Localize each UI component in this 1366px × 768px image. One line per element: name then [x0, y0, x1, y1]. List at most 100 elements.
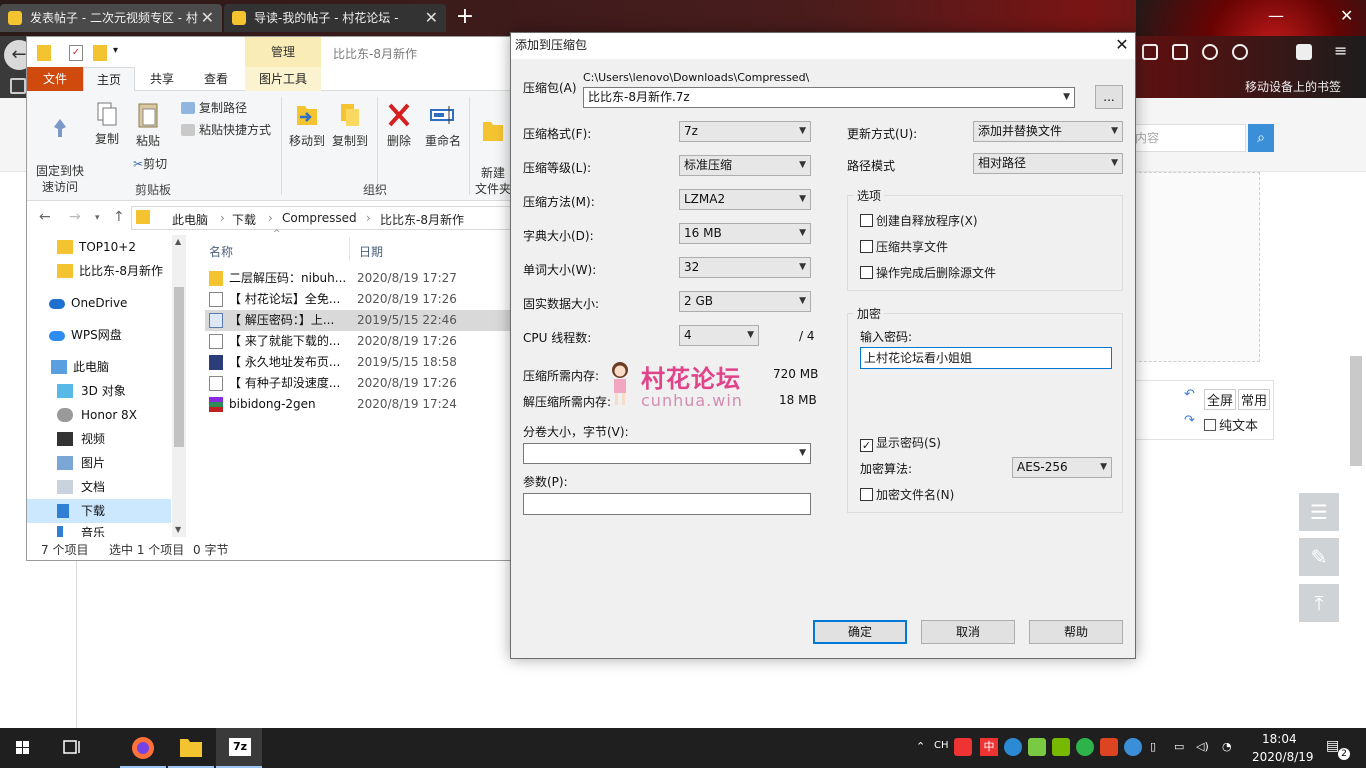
close-tab-icon[interactable]: ✕ — [425, 4, 438, 32]
column-header-name[interactable]: 名称 — [209, 243, 233, 260]
tab-view[interactable]: 查看 — [191, 67, 241, 91]
nav-scroll-thumb[interactable] — [174, 287, 184, 447]
tray-app-icon[interactable] — [1124, 738, 1142, 756]
new-tab-button[interactable]: + — [450, 4, 480, 32]
show-hidden-icons[interactable]: ⌃ — [916, 740, 925, 753]
account-icon[interactable] — [1202, 44, 1218, 60]
back-arrow-icon[interactable]: ← — [39, 209, 51, 225]
browser-tab-1[interactable]: 发表帖子 - 二次元视频专区 - 村 ✕ — [0, 4, 222, 32]
ok-button[interactable]: 确定 — [813, 620, 907, 644]
ime-mode-icon[interactable]: 中 — [980, 738, 998, 756]
quick-access-dropdown-icon[interactable]: ▾ — [113, 45, 127, 61]
paste-shortcut-button[interactable]: 粘贴快捷方式 — [181, 121, 271, 138]
tab-picture-tools[interactable]: 图片工具 — [245, 67, 321, 91]
copy-to-button[interactable]: 复制到 — [329, 101, 371, 149]
nav-item-wps[interactable]: WPS网盘 — [27, 323, 171, 347]
close-icon[interactable]: ✕ — [1109, 33, 1135, 59]
solid-select[interactable]: 2 GB ▼ — [679, 291, 811, 312]
address-box[interactable]: 此电脑 › 下载 › Compressed › 比比东-8月新作 — [131, 206, 541, 230]
nav-item-videos[interactable]: 视频 — [27, 427, 171, 451]
move-to-button[interactable]: 移动到 — [287, 101, 327, 149]
sync-icon[interactable] — [1232, 44, 1248, 60]
mobile-bookmarks-link[interactable]: 移动设备上的书签 — [1245, 78, 1341, 95]
manage-context-tab[interactable]: 管理 — [245, 37, 321, 67]
dict-select[interactable]: 16 MB ▼ — [679, 223, 811, 244]
delete-button[interactable]: 删除 — [381, 101, 417, 149]
breadcrumb-compressed[interactable]: Compressed — [282, 211, 357, 225]
clock-date[interactable]: 2020/8/19 — [1252, 750, 1314, 764]
search-icon[interactable]: ⌕ — [1248, 124, 1274, 152]
nav-item-pictures[interactable]: 图片 — [27, 451, 171, 475]
encrypt-names-checkbox[interactable]: 加密文件名(N) — [860, 486, 954, 503]
method-select[interactable]: LZMA2 ▼ — [679, 189, 811, 210]
forward-arrow-icon[interactable]: → — [69, 209, 81, 225]
tab-home[interactable]: 主页 — [83, 67, 135, 91]
params-input[interactable] — [523, 493, 811, 515]
tray-app-icon[interactable] — [1100, 738, 1118, 756]
cut-button[interactable]: ✂剪切 — [133, 155, 167, 172]
shared-checkbox[interactable]: 压缩共享文件 — [860, 238, 948, 255]
firefox-app[interactable] — [120, 728, 166, 768]
nav-item-documents[interactable]: 文档 — [27, 475, 171, 499]
file-row[interactable]: 【 永久地址发布页... 2019/5/15 18:58 — [205, 352, 535, 373]
properties-icon[interactable]: ✓ — [69, 45, 83, 61]
menu-icon[interactable]: ≡ — [1334, 43, 1350, 60]
start-button[interactable] — [0, 728, 46, 768]
nav-item-bibidong[interactable]: 比比东-8月新作 — [27, 259, 171, 283]
file-row[interactable]: bibidong-2gen 2020/8/19 17:24 — [205, 394, 535, 415]
new-folder-button[interactable]: 新建 文件夹 — [473, 101, 513, 197]
word-select[interactable]: 32 ▼ — [679, 257, 811, 278]
help-button[interactable]: 帮助 — [1029, 620, 1123, 644]
reader-icon[interactable] — [1172, 44, 1188, 60]
library-icon[interactable] — [1142, 44, 1158, 60]
tray-app-icon[interactable] — [1004, 738, 1022, 756]
copy-button[interactable]: 复制 — [89, 101, 125, 147]
extension-icon[interactable] — [1296, 44, 1312, 60]
split-combo[interactable]: ▼ — [523, 443, 811, 464]
tray-app-icon[interactable] — [1028, 738, 1046, 756]
nav-item-music[interactable]: 音乐 — [27, 521, 171, 537]
file-row[interactable]: 【 有种子却没速度... 2020/8/19 17:26 — [205, 373, 535, 394]
input-language[interactable]: CH — [934, 740, 949, 751]
file-row[interactable]: 【 村花论坛】全免... 2020/8/19 17:26 — [205, 289, 535, 310]
fullscreen-button[interactable]: 全屏 — [1204, 389, 1237, 410]
browser-tab-2[interactable]: 导读-我的帖子 - 村花论坛 - ✕ — [224, 4, 446, 32]
new-folder-icon[interactable] — [93, 45, 107, 61]
paste-button[interactable]: 粘贴 — [127, 101, 169, 149]
common-button[interactable]: 常用 — [1238, 389, 1271, 410]
site-search-input[interactable]: 内容 — [1130, 124, 1246, 152]
browse-button[interactable]: ... — [1095, 85, 1123, 109]
volume-icon[interactable]: ◁) — [1196, 740, 1209, 753]
page-scrollbar[interactable] — [1350, 356, 1362, 466]
nav-item-onedrive[interactable]: OneDrive — [27, 291, 171, 315]
scroll-down-icon[interactable]: ▼ — [175, 525, 181, 534]
nvidia-icon[interactable] — [1052, 738, 1070, 756]
column-header-date[interactable]: 日期 — [359, 243, 383, 260]
nav-item-this-pc[interactable]: 此电脑 — [27, 355, 171, 379]
update-select[interactable]: 添加并替换文件 ▼ — [973, 121, 1123, 142]
breadcrumb-this-pc[interactable]: 此电脑 — [172, 211, 208, 228]
nav-item-honor[interactable]: Honor 8X — [27, 403, 171, 427]
nav-item-downloads[interactable]: 下载 — [27, 499, 171, 523]
show-password-checkbox[interactable]: ✓ 显示密码(S) — [860, 434, 941, 452]
breadcrumb-downloads[interactable]: 下载 — [232, 211, 256, 228]
usb-icon[interactable]: ▯ — [1150, 740, 1156, 753]
archive-name-combo[interactable]: 比比东-8月新作.7z ▼ — [583, 87, 1075, 108]
clock-time[interactable]: 18:04 — [1262, 732, 1297, 746]
file-row[interactable]: 【 来了就能下载的... 2020/8/19 17:26 — [205, 331, 535, 352]
file-row-selected[interactable]: 【 解压密码：】上... 2019/5/15 22:46 — [205, 310, 535, 331]
threads-select[interactable]: 4 ▼ — [679, 325, 759, 346]
close-tab-icon[interactable]: ✕ — [201, 4, 214, 32]
close-window-icon[interactable]: ✕ — [1340, 6, 1353, 25]
copy-path-button[interactable]: 复制路径 — [181, 99, 247, 116]
undo-icon[interactable]: ↶ — [1184, 387, 1195, 402]
explorer-app[interactable] — [168, 728, 214, 768]
plain-text-checkbox[interactable]: 纯文本 — [1204, 415, 1258, 434]
edit-icon[interactable]: ✎ — [1299, 538, 1339, 576]
cancel-button[interactable]: 取消 — [921, 620, 1015, 644]
list-icon[interactable]: ☰ — [1299, 493, 1339, 531]
sidebar-icon[interactable] — [10, 78, 26, 94]
nav-item-top10[interactable]: TOP10+2 — [27, 235, 171, 259]
level-select[interactable]: 标准压缩 ▼ — [679, 155, 811, 176]
format-select[interactable]: 7z ▼ — [679, 121, 811, 142]
